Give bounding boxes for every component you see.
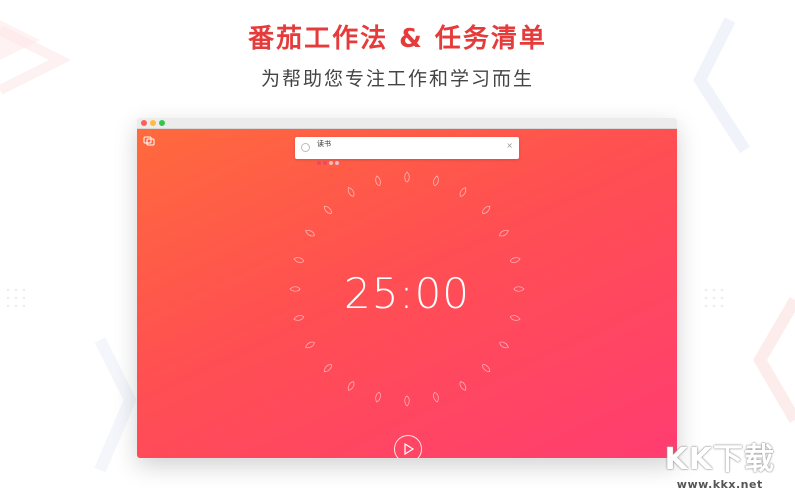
dial-petal	[459, 187, 467, 197]
dial-petal	[482, 364, 491, 373]
dial-petal	[289, 286, 301, 292]
dial-petal	[459, 381, 467, 391]
dial-petal	[347, 187, 355, 197]
dial-petal	[433, 175, 439, 187]
dial-petal	[293, 315, 305, 321]
subline: 为帮助您专注工作和学习而生	[260, 68, 534, 90]
dial-petal	[375, 391, 381, 403]
dial-petal	[404, 171, 410, 183]
dial-petal	[513, 286, 525, 292]
minimize-window-button[interactable]	[150, 120, 156, 126]
dial-petal	[509, 257, 521, 263]
dial-petal	[433, 391, 439, 403]
dial-petal	[323, 205, 332, 214]
headline: 番茄工作法 & 任务清单	[248, 24, 547, 54]
watermark: KK下载 www.kkx.net	[665, 434, 776, 491]
dial-petal	[499, 229, 509, 237]
dial-petal	[404, 395, 410, 407]
app-window: 读书 × 25:00	[137, 118, 677, 458]
dial-petal	[482, 205, 491, 214]
dial-petal	[347, 381, 355, 391]
watermark-url: www.kkx.net	[676, 478, 763, 491]
dial-petal	[293, 257, 305, 263]
dial-petal	[375, 175, 381, 187]
timer-panel: 读书 × 25:00	[137, 129, 677, 458]
close-window-button[interactable]	[141, 120, 147, 126]
dial-petal	[499, 341, 509, 349]
watermark-logo: KK下载	[664, 442, 775, 477]
maximize-window-button[interactable]	[159, 120, 165, 126]
dial-petal	[305, 341, 315, 349]
dial-petal	[323, 364, 332, 373]
dial-petal	[305, 229, 315, 237]
dial-petal	[509, 315, 521, 321]
timer-display: 25:00	[343, 269, 471, 318]
window-titlebar	[137, 118, 677, 129]
play-button[interactable]	[394, 435, 422, 458]
play-icon	[404, 442, 415, 456]
